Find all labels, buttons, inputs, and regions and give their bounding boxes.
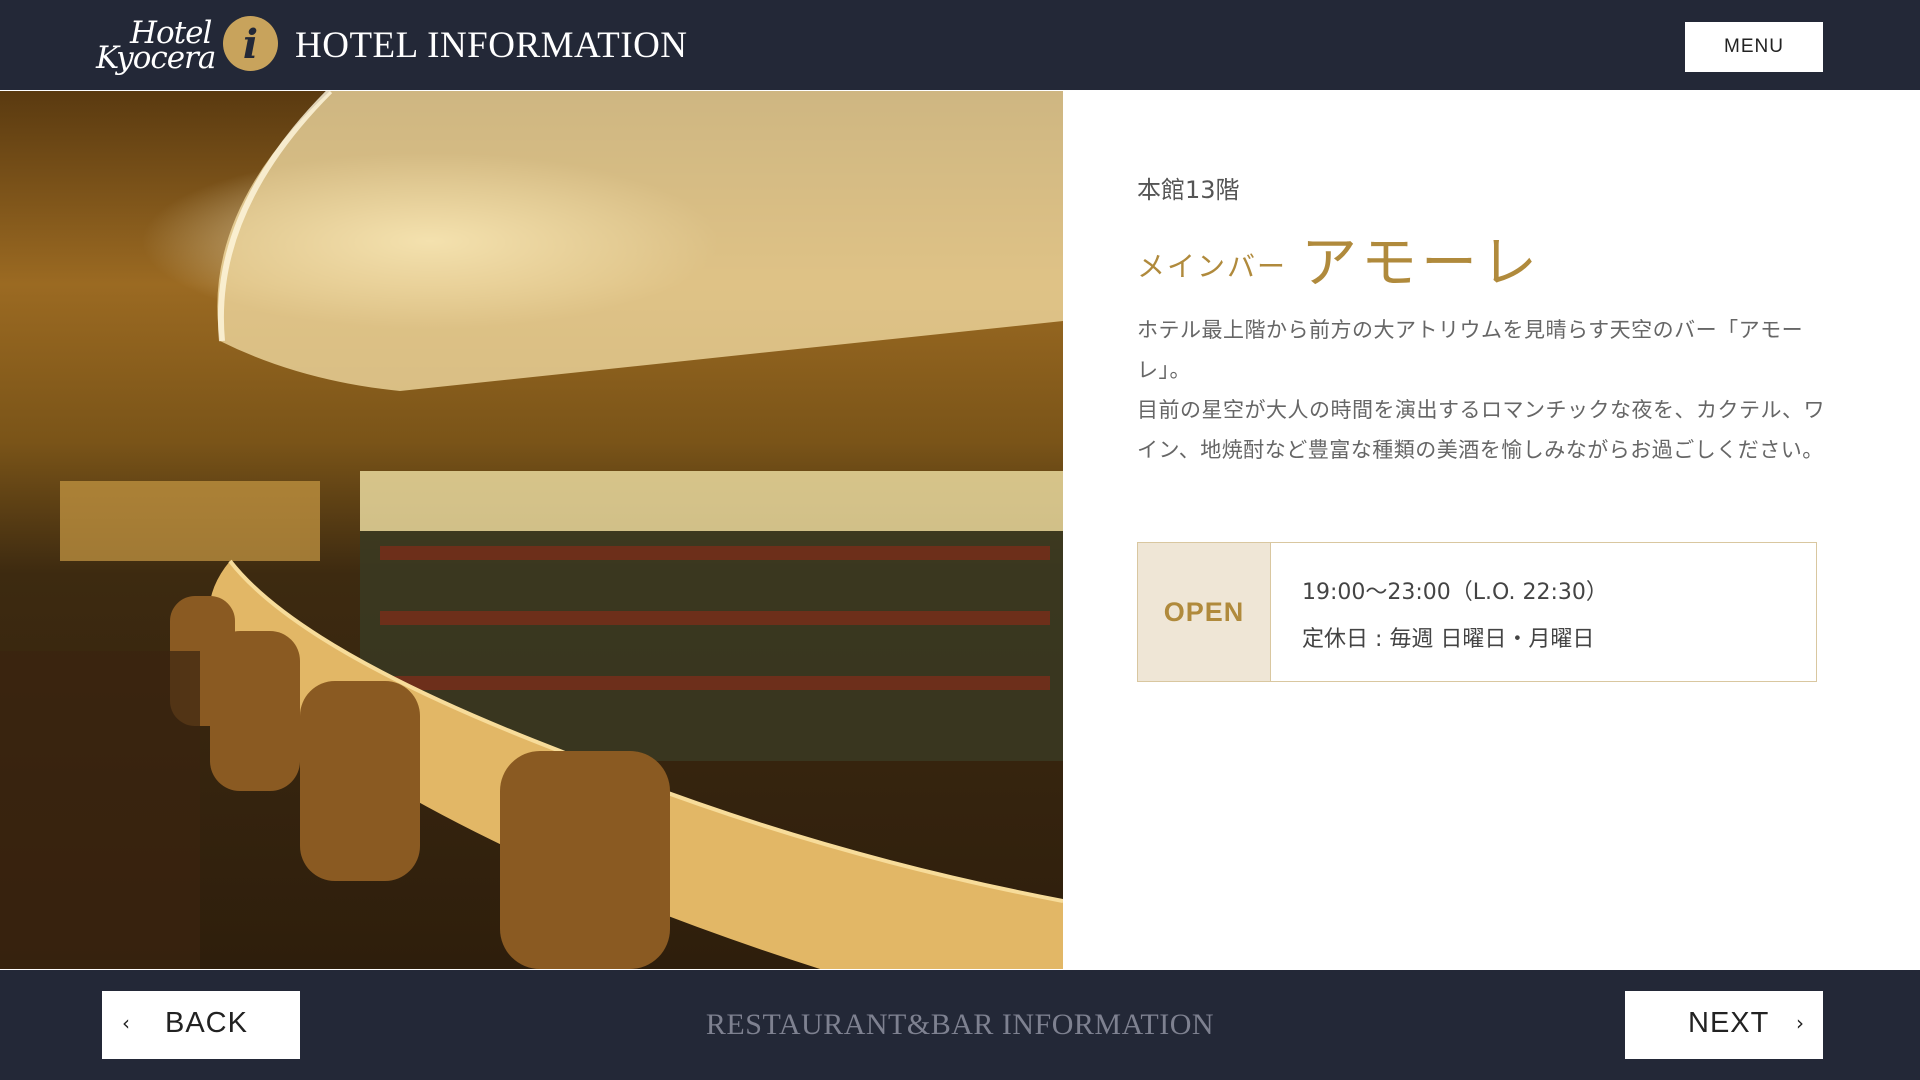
info-glyph: i	[242, 20, 259, 68]
closed-days: 定休日 : 毎週 日曜日・月曜日	[1302, 627, 1595, 652]
menu-button[interactable]: MENU	[1685, 22, 1823, 72]
hotel-kyocera-logo[interactable]: Hotel Kyocera	[96, 16, 216, 78]
venue-name: メインバー アモーレ	[1137, 218, 1541, 299]
open-label: OPEN	[1138, 543, 1271, 681]
bar-photo-illustration	[0, 91, 1063, 969]
header-bar: Hotel Kyocera i HOTEL INFORMATION MENU	[0, 0, 1920, 90]
venue-description: ホテル最上階から前方の大アトリウムを見晴らす天空のバー「アモーレ」。 目前の星空…	[1137, 310, 1837, 470]
footer-bar: ‹ BACK RESTAURANT&BAR INFORMATION NEXT ›	[0, 970, 1920, 1080]
venue-name-main: アモーレ	[1301, 231, 1542, 296]
next-button[interactable]: NEXT ›	[1625, 991, 1823, 1059]
description-paragraph-2: 目前の星空が大人の時間を演出するロマンチックな夜を、カクテル、ワイン、地焼酎など…	[1137, 398, 1825, 462]
opening-hours-box: OPEN 19:00〜23:00（L.O. 22:30） 定休日 : 毎週 日曜…	[1137, 542, 1817, 682]
opening-hours: 19:00〜23:00（L.O. 22:30）	[1302, 580, 1608, 605]
page-title: HOTEL INFORMATION	[295, 25, 688, 66]
info-icon: i	[223, 16, 278, 71]
logo-text-kyocera: Kyocera	[96, 40, 216, 76]
hours-details: 19:00〜23:00（L.O. 22:30） 定休日 : 毎週 日曜日・月曜日	[1302, 569, 1608, 663]
bar-photo	[0, 91, 1063, 969]
floor-label: 本館13階	[1137, 176, 1240, 204]
venue-name-prefix: メインバー	[1137, 250, 1288, 283]
next-label: NEXT	[1688, 1007, 1770, 1039]
chevron-right-icon: ›	[1796, 1011, 1805, 1035]
description-paragraph-1: ホテル最上階から前方の大アトリウムを見晴らす天空のバー「アモーレ」。	[1137, 318, 1804, 382]
